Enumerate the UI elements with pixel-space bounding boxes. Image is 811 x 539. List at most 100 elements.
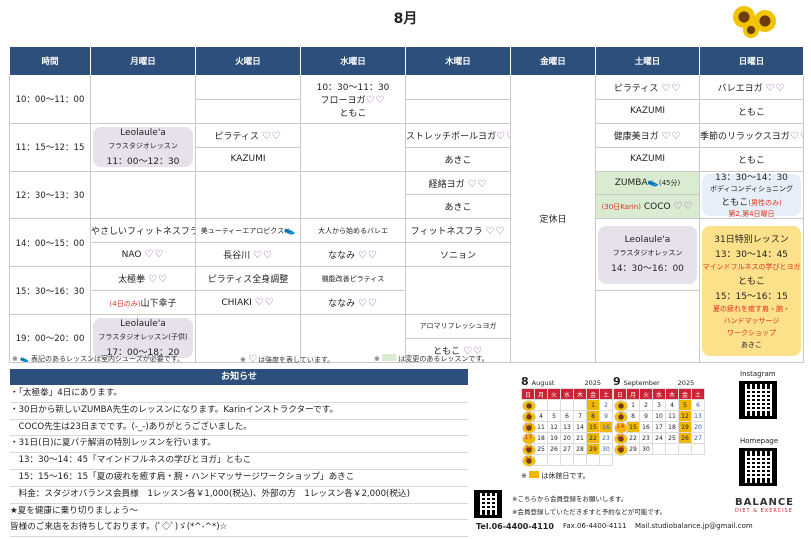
teacher-cell: ななみ ♡♡ bbox=[300, 290, 406, 315]
hula-lesson-box: Leolaule'a フラスタジオレッスン 14：30～16：00 bbox=[598, 225, 697, 284]
changed-note: ※ は変更のあるレッスンです。 bbox=[374, 354, 489, 363]
calendar-day: 19 bbox=[678, 421, 692, 433]
lesson-cell: Leolaule'a フラスタジオレッスン 14：30～16：00 bbox=[595, 218, 700, 292]
teacher-cell: ななみ ♡♡ bbox=[300, 242, 406, 268]
calendar-day: 12 bbox=[678, 410, 692, 422]
calendar-day: 4 bbox=[534, 410, 548, 422]
teacher-cell: あきこ bbox=[405, 194, 511, 220]
time-slot: 12：30～13：30 bbox=[9, 170, 91, 220]
calendar-day: 8 bbox=[586, 410, 600, 422]
lesson-cell: 経絡ヨガ ♡♡ bbox=[405, 170, 511, 196]
teacher-cell: 長谷川 ♡♡ bbox=[195, 242, 301, 268]
body-conditioning-box: 13：30～14：30 ボディコンディショニング ともこ(男性のみ) 第2,第4… bbox=[702, 173, 801, 218]
heart-icon: ♡♡ bbox=[467, 178, 488, 190]
col-tue: 火曜日 bbox=[195, 46, 301, 76]
calendar-day: 21 bbox=[613, 432, 628, 445]
calendar-day: 31 bbox=[521, 454, 536, 467]
calendar-day bbox=[573, 454, 587, 466]
calendar-weekday: 月 bbox=[534, 388, 548, 400]
calendar-grid: 日月火水木金土 1 2 3 4 5 6 7 8 9 10 11 12 13 14 15 16 17 18 19 20 21… bbox=[521, 388, 613, 467]
calendar-day: 16 bbox=[599, 421, 613, 433]
calendar-day: 29 bbox=[586, 443, 600, 455]
calendar-day bbox=[547, 454, 561, 466]
calendar-day bbox=[652, 443, 666, 455]
calendar-day: 29 bbox=[626, 443, 640, 455]
calendar-day bbox=[678, 443, 692, 455]
lesson-cell: フィットネスフラ ♡♡ bbox=[405, 218, 511, 244]
teacher-cell: あきこ bbox=[405, 146, 511, 172]
calendar-day: 12 bbox=[547, 421, 561, 433]
calendar-day: 1 bbox=[626, 399, 640, 411]
calendar-weekday: 日 bbox=[521, 388, 535, 400]
instagram-qr[interactable] bbox=[739, 381, 777, 419]
col-fri: 金曜日 bbox=[510, 46, 596, 76]
calendar-day: 8 bbox=[626, 410, 640, 422]
calendar-day: 20 bbox=[560, 432, 574, 444]
calendar-grid: 日月火水木金土 1 2 3 4 5 6 7 8 9 10 11 12 13 14 15 16 17 18 19 20 21… bbox=[613, 388, 705, 456]
instagram-label: Instagram bbox=[740, 370, 776, 378]
homepage-qr[interactable] bbox=[739, 448, 777, 486]
calendar-weekday: 土 bbox=[599, 388, 613, 400]
calendar-day: 4 bbox=[665, 399, 679, 411]
hula-lesson-box: Leolaule'a フラスタジオレッスン 11：00～12：30 bbox=[93, 127, 193, 168]
page-title: 8月 bbox=[393, 11, 418, 27]
heart-icon: ♡♡ bbox=[254, 296, 275, 308]
news-line: ・「太極拳」4日にあります。 bbox=[10, 386, 468, 403]
col-sun: 日曜日 bbox=[699, 46, 804, 76]
lesson-cell: ピラティス ♡♡ bbox=[195, 122, 301, 148]
calendar-day: 17 bbox=[652, 421, 666, 433]
calendar-day: 11 bbox=[534, 421, 548, 433]
calendar-day: 23 bbox=[639, 432, 653, 444]
calendar-day: 22 bbox=[586, 432, 600, 444]
teacher-cell: KAZUMI bbox=[595, 146, 700, 172]
shoes-note: ※ 👟 表記のあるレッスンは室内シューズが必要です。 bbox=[12, 355, 184, 363]
calendar-september: 9 September 2025 日月火水木金土 1 2 3 4 5 6 7 8 9 10 11 12 13… bbox=[613, 376, 705, 456]
table-row: 10：00～11：00 10：30～11：30 フローヨガ♡♡ ともこ 定休日 … bbox=[9, 75, 804, 363]
changed-swatch bbox=[382, 354, 397, 361]
lesson-cell: 太極拳 ♡♡ bbox=[90, 266, 196, 292]
lesson-cell: アロマリフレッシュヨガ bbox=[405, 313, 511, 339]
calendar-weekday: 土 bbox=[691, 388, 705, 400]
col-sat: 土曜日 bbox=[595, 46, 700, 76]
calendar-day bbox=[534, 399, 548, 411]
calendar-day: 24 bbox=[521, 443, 536, 456]
news-list: ・「太極拳」4日にあります。 ・30日から新しいZUMBA先生のレッスンになりま… bbox=[10, 386, 468, 538]
calendar-day: 13 bbox=[560, 421, 574, 433]
calendar-day: 20 bbox=[691, 421, 705, 433]
calendar-day: 3 bbox=[652, 399, 666, 411]
heart-icon: ♡♡ bbox=[496, 130, 509, 142]
closed-legend: ※ は休館日です。 bbox=[521, 471, 590, 480]
teacher-cell: ともこ bbox=[699, 146, 804, 172]
calendar-day: 18 bbox=[665, 421, 679, 433]
calendar-day: 2 bbox=[639, 399, 653, 411]
calendar-day: 30 bbox=[599, 443, 613, 455]
col-thu: 木曜日 bbox=[405, 46, 511, 76]
shoe-icon: 👟 bbox=[647, 178, 659, 188]
heart-icon: ♡♡ bbox=[789, 130, 803, 142]
calendar-day: 27 bbox=[560, 443, 574, 455]
calendar-weekday: 水 bbox=[560, 388, 574, 400]
lesson-cell: 13：30～14：30 ボディコンディショニング ともこ(男性のみ) 第2,第4… bbox=[699, 170, 804, 220]
calendar-day: 10 bbox=[652, 410, 666, 422]
teacher-cell: NAO ♡♡ bbox=[90, 242, 196, 268]
calendar-august: 8 August 2025 日月火水木金土 1 2 3 4 5 6 7 8 9 10 11 12 13 14 1… bbox=[521, 376, 613, 467]
calendar-day bbox=[599, 454, 613, 466]
calendar-day bbox=[547, 399, 561, 411]
time-slot: 15：30～16：30 bbox=[9, 266, 91, 315]
calendar-day: 6 bbox=[691, 399, 705, 411]
member-qr[interactable] bbox=[474, 490, 502, 518]
calendar-day: 16 bbox=[639, 421, 653, 433]
calendar-day: 1 bbox=[586, 399, 600, 411]
lesson-cell-changed: ZUMBA👟(45分) bbox=[595, 170, 700, 196]
table-row: 12：30～13：30 経絡ヨガ ♡♡ ZUMBA👟(45分) 13：30～14… bbox=[9, 170, 804, 220]
calendar-day: 28 bbox=[613, 443, 628, 456]
calendar-day: 25 bbox=[665, 432, 679, 444]
teacher-cell: ともこ bbox=[699, 98, 804, 124]
news-title: お知らせ bbox=[10, 369, 468, 385]
calendar-weekday: 日 bbox=[613, 388, 627, 400]
brand-logo: BALANCE DIET & EXERCISE bbox=[735, 497, 795, 514]
closed-day: 定休日 bbox=[510, 75, 596, 363]
col-mon: 月曜日 bbox=[90, 46, 196, 76]
calendar-weekday: 木 bbox=[573, 388, 587, 400]
heart-icon: ♡♡ bbox=[252, 250, 273, 262]
